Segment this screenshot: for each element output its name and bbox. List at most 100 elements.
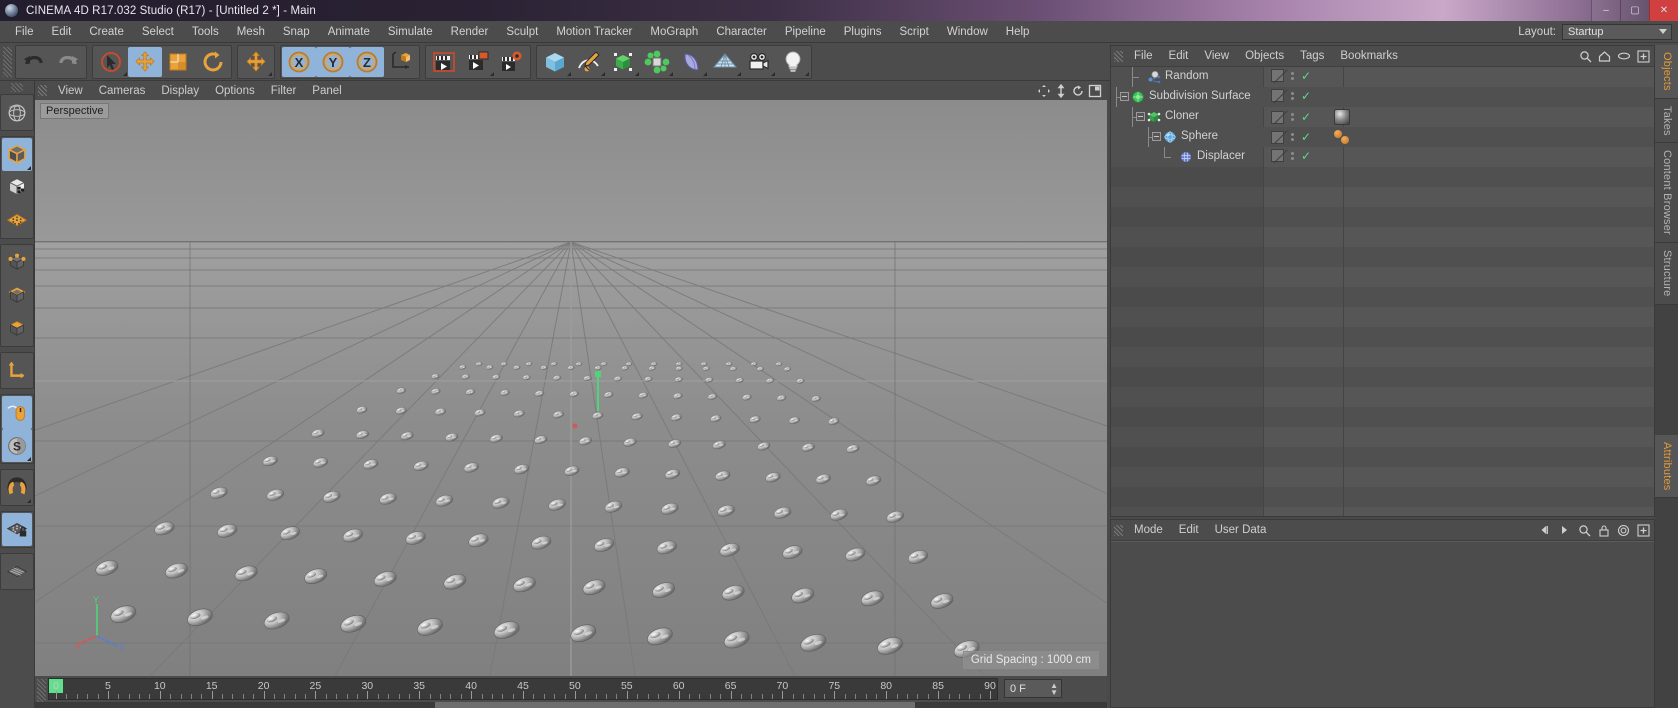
workplane-icon[interactable] [2,204,32,237]
viewport-menubar-grip[interactable] [38,85,47,96]
zoom-icon[interactable] [1054,83,1068,98]
generator-icon[interactable] [606,47,640,77]
attribute-manager-body[interactable] [1111,541,1654,707]
layout-select[interactable]: Startup [1562,23,1672,40]
tag-visibility-icon[interactable] [1271,149,1284,162]
live-selection-icon[interactable] [94,47,128,77]
tag-enabled-icon[interactable]: ✓ [1301,70,1311,82]
cube-primitive-icon[interactable] [538,47,572,77]
search-icon[interactable] [1578,524,1591,537]
object-manager-menu-file[interactable]: File [1126,49,1161,63]
object-manager-body[interactable]: Random ✓ Subdivision Surface ✓ Cloner ✓ Sphere… [1111,67,1654,516]
object-row[interactable]: Sphere ✓ [1111,127,1654,147]
tag-dots-icon[interactable] [1291,71,1294,80]
tag-dots-icon[interactable] [1291,151,1294,160]
lock-icon[interactable] [1598,524,1610,537]
vertical-tab-attributes[interactable]: Attributes [1655,434,1678,499]
tag-visibility-icon[interactable] [1271,110,1284,124]
tag-enabled-icon[interactable]: ✓ [1301,90,1311,102]
home-icon[interactable] [1598,50,1611,63]
snap-enable-icon[interactable]: S [2,429,32,462]
menu-help[interactable]: Help [997,24,1039,40]
vertical-tab-objects[interactable]: Objects [1655,45,1678,99]
redo-icon[interactable] [51,47,85,77]
viewport-menu-view[interactable]: View [50,84,91,98]
menu-simulate[interactable]: Simulate [379,24,442,40]
left-toolbar-grip[interactable] [11,83,23,92]
spline-pen-icon[interactable] [572,47,606,77]
object-mode-icon[interactable] [2,138,32,171]
current-frame-field[interactable]: 0 F ▲ ▼ [1004,679,1062,698]
undo-icon[interactable] [17,47,51,77]
menu-pipeline[interactable]: Pipeline [776,24,835,40]
close-button[interactable]: ✕ [1649,0,1678,21]
material-tag-icon[interactable] [1334,109,1351,125]
object-manager-menu-objects[interactable]: Objects [1237,49,1292,63]
menu-script[interactable]: Script [890,24,937,40]
magnet-icon[interactable] [2,471,32,504]
move-axis-icon[interactable] [239,47,273,77]
menu-render[interactable]: Render [442,24,498,40]
object-manager-grip[interactable] [1114,50,1123,62]
frame-spinner-icon[interactable]: ▲ ▼ [1050,682,1058,697]
object-row[interactable]: Cloner ✓ [1111,107,1654,127]
viewport[interactable]: View Cameras Display Options Filter Panel P [35,81,1107,676]
texture-mode-icon[interactable] [2,171,32,204]
tag-dots-icon[interactable] [1291,91,1294,100]
object-row[interactable]: Subdivision Surface ✓ [1111,87,1654,107]
deformer-icon[interactable] [674,47,708,77]
rotate-tool-icon[interactable] [196,47,230,77]
viewport-menu-panel[interactable]: Panel [304,84,349,98]
menu-sculpt[interactable]: Sculpt [497,24,547,40]
menu-mesh[interactable]: Mesh [228,24,274,40]
tag-visibility-icon[interactable] [1271,130,1284,144]
timeline-ruler[interactable]: 0 5 10 15 20 25 30 35 40 45 50 55 60 65 70 75 80 85 90 [48,678,998,700]
menu-animate[interactable]: Animate [319,24,379,40]
attribute-manager-menu-user-data[interactable]: User Data [1207,523,1275,537]
render-region-icon[interactable] [461,47,495,77]
menu-window[interactable]: Window [938,24,997,40]
maximize-button[interactable]: ▢ [1620,0,1649,21]
menu-plugins[interactable]: Plugins [835,24,891,40]
points-mode-icon[interactable] [2,246,32,279]
maximize-view-icon[interactable] [1088,84,1102,98]
eye-icon[interactable] [1617,51,1631,61]
rotate-view-icon[interactable] [1071,84,1085,98]
object-row[interactable]: Random ✓ [1111,67,1654,87]
axis-globe-icon[interactable] [2,96,32,129]
object-manager-menu-bookmarks[interactable]: Bookmarks [1332,49,1406,63]
viewport-menu-options[interactable]: Options [207,84,263,98]
viewport-menu-cameras[interactable]: Cameras [91,84,154,98]
menu-snap[interactable]: Snap [274,24,319,40]
viewport-menu-filter[interactable]: Filter [263,84,305,98]
axis-z-lock-icon[interactable]: Z [350,46,384,77]
tag-enabled-icon[interactable]: ✓ [1301,111,1311,123]
expand-toggle[interactable] [1152,132,1161,141]
expand-toggle[interactable] [1136,112,1145,121]
attribute-manager-menu-mode[interactable]: Mode [1126,523,1171,537]
polygons-mode-icon[interactable] [2,312,32,345]
edges-mode-icon[interactable] [2,279,32,312]
vertical-tab-takes[interactable]: Takes [1655,98,1678,144]
menu-character[interactable]: Character [707,24,776,40]
menu-edit[interactable]: Edit [43,24,81,40]
world-object-coordinate-icon[interactable] [384,47,418,77]
axis-x-lock-icon[interactable]: X [282,46,316,77]
scale-tool-icon[interactable] [162,47,196,77]
workplane-grid-icon[interactable] [2,555,32,588]
toolbar-grip[interactable] [3,46,12,77]
scene-floor-icon[interactable] [708,47,742,77]
tag-dots-icon[interactable] [1291,133,1294,141]
prev-icon[interactable] [1538,524,1551,536]
plus-icon[interactable] [1637,49,1650,63]
object-axis-icon[interactable] [2,354,32,387]
object-manager-menu-edit[interactable]: Edit [1161,49,1197,63]
menu-select[interactable]: Select [133,24,183,40]
light-icon[interactable] [776,47,810,77]
plus-icon[interactable] [1637,523,1650,537]
vertical-tab-content-browser[interactable]: Content Browser [1655,143,1678,244]
axis-y-lock-icon[interactable]: Y [316,46,350,77]
tag-visibility-icon[interactable] [1271,69,1284,82]
mograph-icon[interactable] [640,47,674,77]
tag-enabled-icon[interactable]: ✓ [1301,150,1311,162]
